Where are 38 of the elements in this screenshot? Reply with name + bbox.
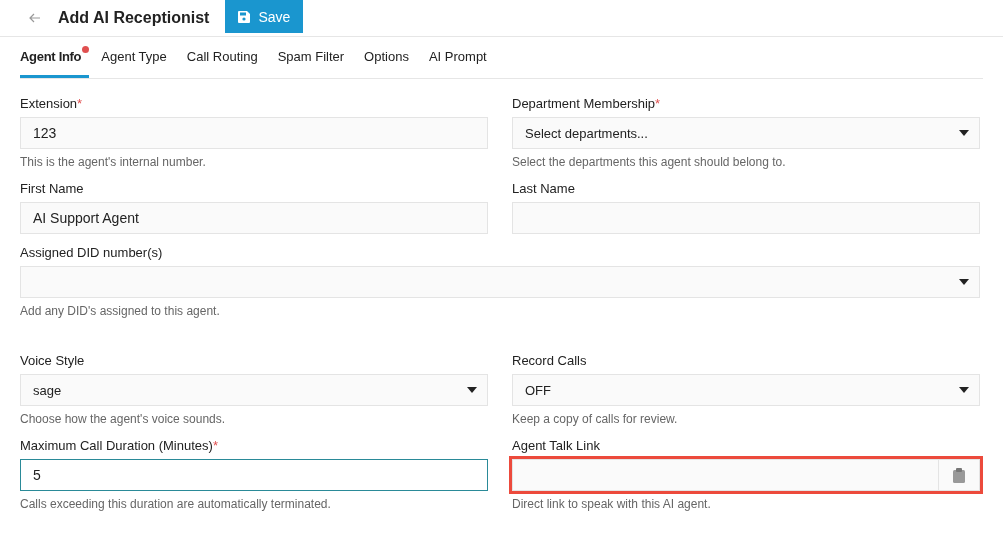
field-label: Voice Style: [20, 353, 86, 369]
tab[interactable]: Call Routing: [186, 37, 258, 78]
help-text: Calls exceeding this duration are automatically terminated.: [20, 497, 332, 512]
field-label: Department Membership*: [512, 96, 662, 112]
caret-icon: [467, 387, 477, 393]
tab[interactable]: Agent Info: [20, 37, 90, 78]
help-text: Select the departments this agent should belong to.: [512, 155, 787, 170]
input-field[interactable]: 123: [20, 117, 488, 149]
field-label: Agent Talk Link: [512, 438, 601, 454]
input-field[interactable]: [512, 202, 980, 234]
dropdown[interactable]: OFF: [512, 374, 980, 406]
save-icon: [238, 10, 251, 23]
tab[interactable]: Agent Type: [101, 37, 167, 78]
field-label: Extension*: [20, 96, 84, 112]
caret-icon: [959, 387, 969, 393]
field-label: Last Name: [512, 181, 576, 197]
field-label: Record Calls: [512, 353, 588, 369]
help-text: This is the agent's internal number.: [20, 155, 207, 170]
tab[interactable]: Options: [364, 37, 409, 78]
page-title: Add AI Receptionist: [58, 9, 210, 27]
field-label: First Name: [20, 181, 85, 197]
field-label: Assigned DID number(s): [20, 245, 164, 261]
link-field[interactable]: [512, 459, 980, 491]
help-text: Add any DID's assigned to this agent.: [20, 304, 221, 319]
help-text: Keep a copy of calls for review.: [512, 412, 679, 427]
input-field[interactable]: 5: [20, 459, 488, 491]
caret-icon: [959, 130, 969, 136]
field-label: Maximum Call Duration (Minutes)*: [20, 438, 219, 454]
tab[interactable]: AI Prompt: [428, 37, 487, 78]
help-text: Direct link to speak with this AI agent.: [512, 497, 712, 512]
tab[interactable]: Spam Filter: [277, 37, 345, 78]
dropdown[interactable]: sage: [20, 374, 488, 406]
dropdown[interactable]: Select departments...: [512, 117, 980, 149]
help-text: Choose how the agent's voice sounds.: [20, 412, 227, 427]
back-arrow-icon[interactable]: [29, 13, 41, 23]
dropdown[interactable]: [20, 266, 980, 298]
input-field[interactable]: AI Support Agent: [20, 202, 488, 234]
caret-icon: [959, 279, 969, 285]
